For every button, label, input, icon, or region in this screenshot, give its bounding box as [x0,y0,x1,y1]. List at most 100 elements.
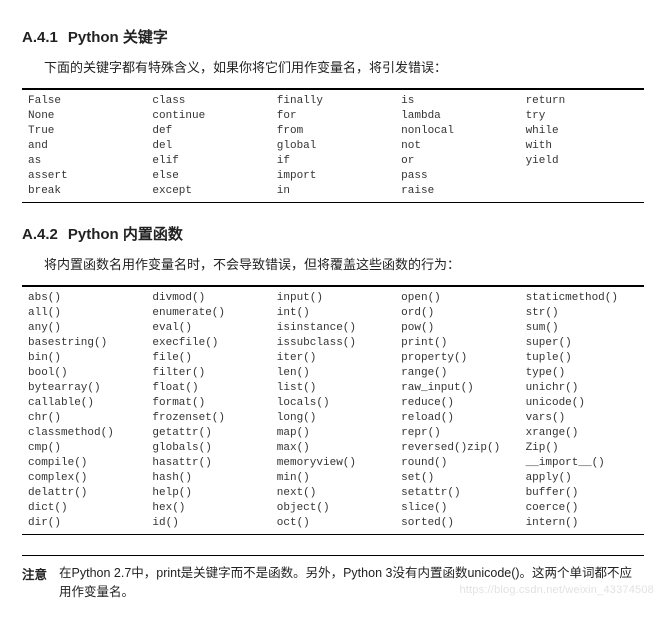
table-cell: setattr() [395,486,519,501]
note-label: 注意 [22,564,47,602]
table-cell: True [22,124,146,139]
section-number-2: A.4.2 [22,226,58,243]
section-title-2: Python 内置函数 [68,226,183,243]
table-cell: raise [395,184,519,203]
table-row: classmethod()getattr()map()repr()xrange(… [22,426,644,441]
table-cell: slice() [395,501,519,516]
table-cell [520,184,644,203]
table-cell: divmod() [146,287,270,306]
table-cell: print() [395,336,519,351]
builtins-table: abs()divmod()input()open()staticmethod()… [22,286,644,535]
table-cell: map() [271,426,395,441]
table-cell: buffer() [520,486,644,501]
table-cell: hasattr() [146,456,270,471]
table-cell: None [22,109,146,124]
table-cell: float() [146,381,270,396]
table-row: basestring()execfile()issubclass()print(… [22,336,644,351]
table-cell: unichr() [520,381,644,396]
table-cell: list() [271,381,395,396]
table-cell: else [146,169,270,184]
table-cell: round() [395,456,519,471]
table-cell: input() [271,287,395,306]
table-row: Falseclassfinallyisreturn [22,90,644,109]
table-cell: iter() [271,351,395,366]
table-cell: hex() [146,501,270,516]
section-title-1: Python 关键字 [68,29,168,46]
table-cell: complex() [22,471,146,486]
table-cell: intern() [520,516,644,535]
table-cell: repr() [395,426,519,441]
table-cell: with [520,139,644,154]
table-cell: pass [395,169,519,184]
table-cell: pow() [395,321,519,336]
table-cell: eval() [146,321,270,336]
table-cell: staticmethod() [520,287,644,306]
table-cell: globals() [146,441,270,456]
section-intro-2: 将内置函数名用作变量名时，不会导致错误，但将覆盖这些函数的行为： [44,254,644,273]
table-row: breakexceptinraise [22,184,644,203]
table-cell: del [146,139,270,154]
table-cell: range() [395,366,519,381]
table-cell: unicode() [520,396,644,411]
table-cell: object() [271,501,395,516]
table-cell: dict() [22,501,146,516]
table-cell: execfile() [146,336,270,351]
table-cell: long() [271,411,395,426]
table-cell: classmethod() [22,426,146,441]
keywords-table: FalseclassfinallyisreturnNonecontinuefor… [22,89,644,203]
table-row: complex()hash()min()set()apply() [22,471,644,486]
table-cell: type() [520,366,644,381]
table-row: cmp()globals()max()reversed()zip()Zip() [22,441,644,456]
table-row: dict()hex()object()slice()coerce() [22,501,644,516]
table-cell: while [520,124,644,139]
table-cell: file() [146,351,270,366]
table-row: Truedeffromnonlocalwhile [22,124,644,139]
table-cell: __import__() [520,456,644,471]
table-cell: for [271,109,395,124]
table-cell: ord() [395,306,519,321]
table-cell: basestring() [22,336,146,351]
table-cell: tuple() [520,351,644,366]
table-cell: raw_input() [395,381,519,396]
table-cell: bytearray() [22,381,146,396]
table-cell: min() [271,471,395,486]
table-cell: reduce() [395,396,519,411]
table-row: bin()file()iter()property()tuple() [22,351,644,366]
table-cell: in [271,184,395,203]
table-cell: callable() [22,396,146,411]
table-cell: next() [271,486,395,501]
table-row: dir()id()oct()sorted()intern() [22,516,644,535]
table-row: all()enumerate()int()ord()str() [22,306,644,321]
table-cell: elif [146,154,270,169]
table-cell: abs() [22,287,146,306]
table-cell: class [146,90,270,109]
table-cell: not [395,139,519,154]
table-cell: global [271,139,395,154]
table-cell: nonlocal [395,124,519,139]
table-cell: delattr() [22,486,146,501]
table-row: abs()divmod()input()open()staticmethod() [22,287,644,306]
table-row: compile()hasattr()memoryview()round()__i… [22,456,644,471]
table-cell: yield [520,154,644,169]
table-cell: compile() [22,456,146,471]
table-cell: dir() [22,516,146,535]
table-cell: frozenset() [146,411,270,426]
table-cell: set() [395,471,519,486]
table-cell: int() [271,306,395,321]
table-cell: super() [520,336,644,351]
table-cell: Zip() [520,441,644,456]
table-cell: bin() [22,351,146,366]
table-cell: locals() [271,396,395,411]
table-cell: oct() [271,516,395,535]
table-row: assertelseimportpass [22,169,644,184]
table-cell: assert [22,169,146,184]
table-cell: try [520,109,644,124]
section-heading-1: A.4.1Python 关键字 [22,26,644,47]
table-cell: xrange() [520,426,644,441]
table-cell: enumerate() [146,306,270,321]
table-cell: except [146,184,270,203]
table-cell: filter() [146,366,270,381]
table-cell: isinstance() [271,321,395,336]
table-cell: len() [271,366,395,381]
table-cell: cmp() [22,441,146,456]
